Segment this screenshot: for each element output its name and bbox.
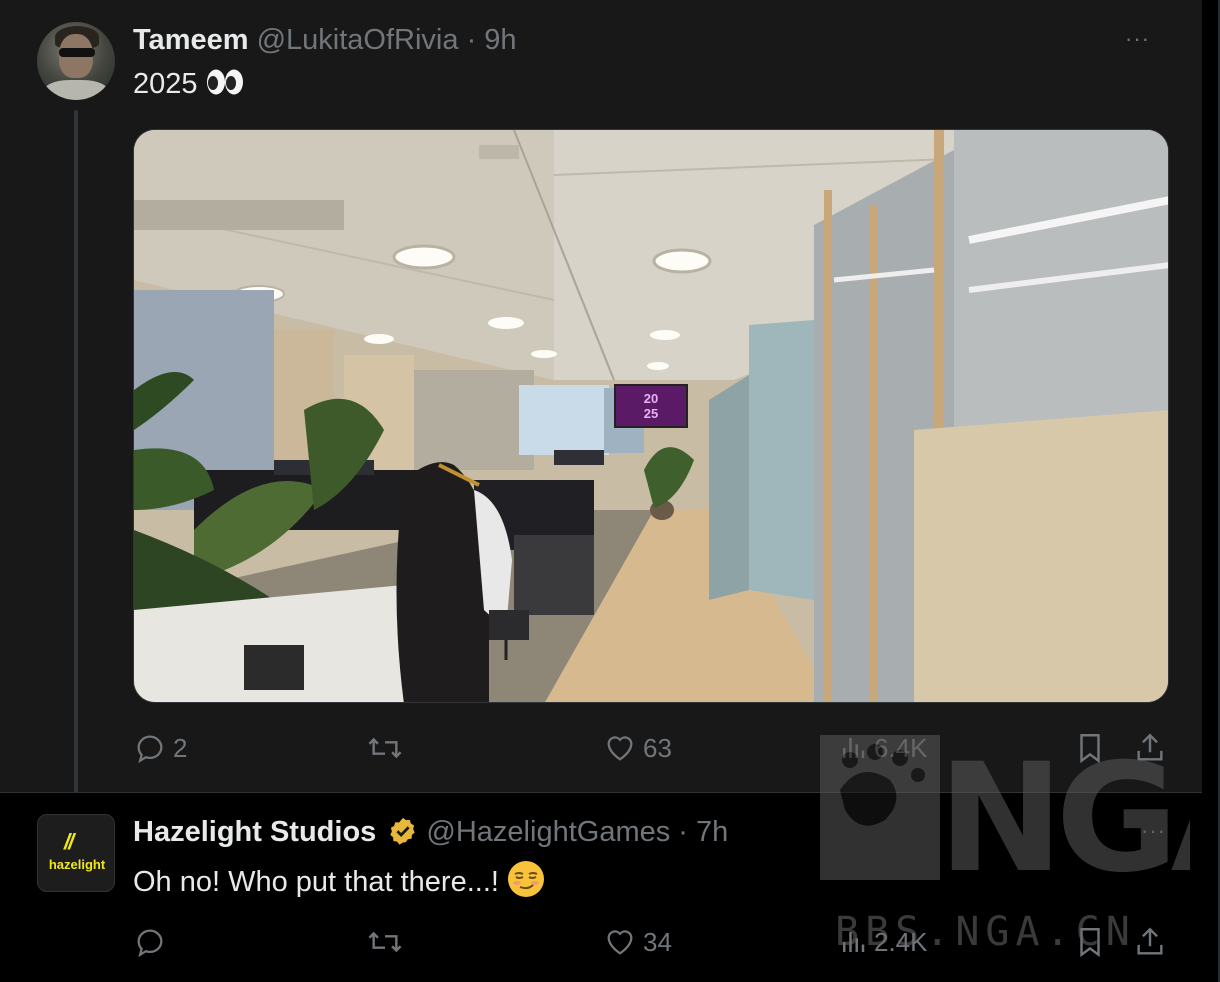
tweet-actions: 2 63 6.4K — [133, 728, 1173, 768]
hazelight-logo-icon: // — [64, 829, 74, 854]
tweet-video[interactable]: 20 25 — [133, 129, 1169, 703]
tweet-text: 2025 — [133, 68, 244, 104]
verified-badge-icon[interactable] — [388, 816, 418, 846]
reply-button[interactable]: 2 — [133, 728, 187, 768]
heart-icon — [607, 736, 633, 761]
avatar-logo-text: hazelight — [48, 857, 106, 872]
more-options-icon[interactable]: ··· — [1141, 818, 1166, 844]
avatar[interactable]: // hazelight — [37, 814, 115, 892]
reply-icon — [137, 735, 163, 764]
like-button[interactable]: 34 — [603, 922, 672, 962]
bookmark-button[interactable] — [1073, 922, 1107, 962]
share-button[interactable] — [1133, 922, 1167, 962]
separator: · — [678, 816, 688, 848]
author-handle[interactable]: @HazelightGames — [426, 816, 670, 848]
more-options-icon[interactable]: ··· — [1125, 26, 1150, 52]
retweet-button[interactable] — [366, 728, 410, 768]
screen-text-20: 20 — [644, 391, 658, 406]
reply-button[interactable] — [133, 922, 173, 962]
reply-icon — [137, 929, 163, 958]
author-handle[interactable]: @LukitaOfRivia — [257, 24, 459, 56]
screen-text-25: 25 — [644, 406, 658, 421]
tweet-text-content: Oh no! Who put that there...! — [133, 866, 499, 898]
bookmark-icon — [1080, 928, 1100, 958]
views-button[interactable]: 6.4K — [838, 728, 928, 768]
heart-icon — [607, 930, 633, 955]
retweet-icon — [368, 737, 402, 759]
views-button[interactable]: 2.4K — [838, 922, 928, 962]
retweet-icon — [368, 931, 402, 953]
like-button[interactable]: 63 — [603, 728, 672, 768]
analytics-icon — [843, 932, 865, 952]
avatar[interactable] — [37, 22, 115, 100]
like-count: 63 — [643, 732, 672, 763]
tweet-tameem[interactable]: Tameem @LukitaOfRivia · 9h ··· 2025 20 2… — [0, 0, 1202, 804]
separator: · — [466, 24, 477, 56]
retweet-button[interactable] — [366, 922, 410, 962]
bookmark-button[interactable] — [1073, 728, 1107, 768]
tweet-header: Hazelight Studios @HazelightGames · 7h — [133, 816, 728, 849]
share-button[interactable] — [1133, 728, 1167, 768]
timestamp[interactable]: 9h — [484, 24, 516, 56]
smirking-face-emoji — [507, 860, 545, 906]
author-name[interactable]: Hazelight Studios — [133, 816, 376, 848]
view-count: 2.4K — [874, 926, 928, 957]
reply-count: 2 — [173, 732, 188, 763]
view-count: 6.4K — [874, 732, 928, 763]
tweet-actions: 34 2.4K — [133, 922, 1173, 962]
like-count: 34 — [643, 926, 672, 957]
share-icon — [1137, 927, 1163, 955]
analytics-icon — [843, 738, 865, 758]
office-scene-image: 20 25 — [134, 130, 1168, 702]
timestamp[interactable]: 7h — [696, 816, 728, 848]
author-name[interactable]: Tameem — [133, 24, 249, 56]
tweet-text-content: 2025 — [133, 68, 198, 100]
tweet-header: Tameem @LukitaOfRivia · 9h — [133, 24, 517, 57]
eyes-emoji — [206, 68, 244, 104]
tweet-text: Oh no! Who put that there...! — [133, 860, 545, 906]
timeline-frame: Tameem @LukitaOfRivia · 9h ··· 2025 20 2… — [0, 0, 1220, 982]
thread-line — [74, 110, 78, 804]
bookmark-icon — [1080, 734, 1100, 764]
share-icon — [1137, 733, 1163, 761]
